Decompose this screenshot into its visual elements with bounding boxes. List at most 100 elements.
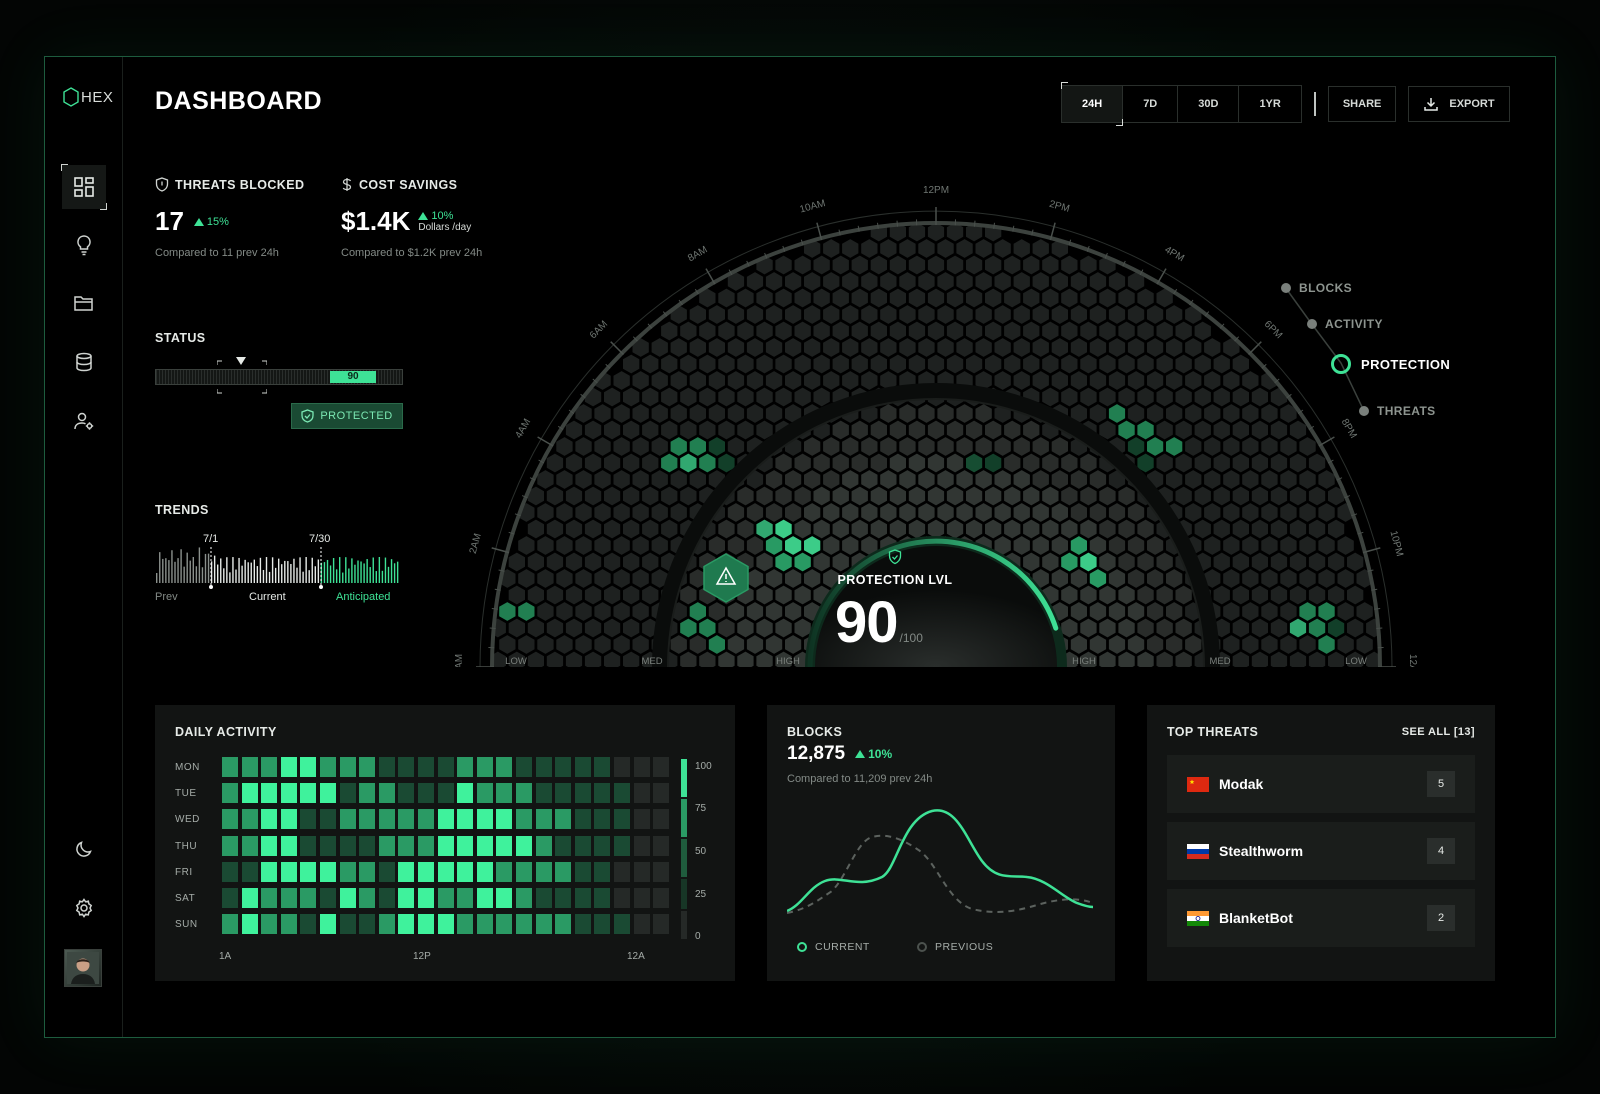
heat-cell[interactable] [653,809,670,830]
heat-cell[interactable] [496,861,513,882]
heat-cell[interactable] [535,914,552,935]
heat-cell[interactable] [300,783,317,804]
heat-cell[interactable] [633,783,650,804]
heat-cell[interactable] [241,809,258,830]
heat-cell[interactable] [418,835,434,856]
heat-cell[interactable] [476,757,493,777]
heat-cell[interactable] [574,914,591,935]
heat-cell[interactable] [594,914,611,935]
sidebar-item-database[interactable] [62,340,106,384]
heat-cell[interactable] [555,809,572,830]
heat-cell[interactable] [496,783,513,804]
heat-cell[interactable] [457,914,474,935]
heat-cell[interactable] [516,809,532,830]
heat-cell[interactable] [378,861,395,882]
sidebar-item-users[interactable] [62,399,106,443]
range-30d-button[interactable]: 30D [1178,86,1240,122]
heat-cell[interactable] [300,757,317,777]
heat-cell[interactable] [653,861,670,882]
heat-cell[interactable] [222,757,238,777]
heat-cell[interactable] [241,835,258,856]
heat-cell[interactable] [496,809,513,830]
sidebar-item-settings[interactable] [62,886,106,930]
heat-cell[interactable] [496,888,513,908]
heat-cell[interactable] [535,757,552,777]
heat-cell[interactable] [457,783,474,804]
heat-cell[interactable] [516,861,532,882]
heat-cell[interactable] [339,914,356,935]
heat-cell[interactable] [398,809,415,830]
see-all-link[interactable]: SEE ALL [13] [1402,726,1475,738]
heat-cell[interactable] [241,783,258,804]
heat-cell[interactable] [535,835,552,856]
heat-cell[interactable] [280,861,297,882]
heat-cell[interactable] [594,861,611,882]
heat-cell[interactable] [457,888,474,908]
heat-cell[interactable] [222,809,238,830]
heat-cell[interactable] [339,783,356,804]
sidebar-item-dashboard[interactable] [61,164,107,210]
heat-cell[interactable] [476,914,493,935]
avatar[interactable] [64,949,102,987]
heat-cell[interactable] [320,757,336,777]
heat-cell[interactable] [574,809,591,830]
heat-cell[interactable] [261,809,278,830]
heat-cell[interactable] [633,861,650,882]
threat-row[interactable]: Stealthworm 4 [1167,822,1475,880]
heat-cell[interactable] [496,835,513,856]
sidebar-item-files[interactable] [62,281,106,325]
heat-cell[interactable] [280,888,297,908]
heat-cell[interactable] [339,861,356,882]
heat-cell[interactable] [359,783,376,804]
heat-cell[interactable] [574,835,591,856]
heat-cell[interactable] [300,809,317,830]
heat-cell[interactable] [437,757,454,777]
heat-cell[interactable] [300,914,317,935]
heat-cell[interactable] [378,809,395,830]
legend-activity[interactable]: ACTIVITY [1307,317,1383,331]
heat-cell[interactable] [614,861,630,882]
heat-cell[interactable] [633,757,650,777]
heat-cell[interactable] [437,888,454,908]
heat-cell[interactable] [633,835,650,856]
heat-cell[interactable] [320,888,336,908]
heat-cell[interactable] [300,861,317,882]
heat-cell[interactable] [261,757,278,777]
threat-row[interactable]: BlanketBot 2 [1167,889,1475,947]
heat-cell[interactable] [378,888,395,908]
heat-cell[interactable] [320,914,336,935]
heat-cell[interactable] [476,861,493,882]
heat-cell[interactable] [457,835,474,856]
heat-cell[interactable] [516,914,532,935]
share-button[interactable]: SHARE [1327,86,1397,122]
heat-cell[interactable] [222,835,238,856]
heat-cell[interactable] [555,888,572,908]
heat-cell[interactable] [614,757,630,777]
heat-cell[interactable] [359,757,376,777]
heat-cell[interactable] [516,783,532,804]
heat-cell[interactable] [457,757,474,777]
heat-cell[interactable] [516,835,532,856]
heat-cell[interactable] [516,757,532,777]
threat-marker[interactable] [703,553,749,603]
heat-cell[interactable] [320,809,336,830]
legend-blocks[interactable]: BLOCKS [1281,281,1352,295]
heat-cell[interactable] [359,835,376,856]
heat-cell[interactable] [574,888,591,908]
heat-cell[interactable] [574,757,591,777]
heat-cell[interactable] [339,809,356,830]
heat-cell[interactable] [261,888,278,908]
heat-cell[interactable] [300,835,317,856]
heat-cell[interactable] [222,914,238,935]
heat-cell[interactable] [418,757,434,777]
range-7d-button[interactable]: 7D [1123,86,1179,122]
heat-cell[interactable] [633,914,650,935]
legend-protection[interactable]: PROTECTION [1331,354,1450,374]
heat-cell[interactable] [653,914,670,935]
heat-cell[interactable] [339,757,356,777]
heat-cell[interactable] [320,835,336,856]
heat-cell[interactable] [437,809,454,830]
heat-cell[interactable] [476,809,493,830]
heat-cell[interactable] [418,809,434,830]
heat-cell[interactable] [516,888,532,908]
